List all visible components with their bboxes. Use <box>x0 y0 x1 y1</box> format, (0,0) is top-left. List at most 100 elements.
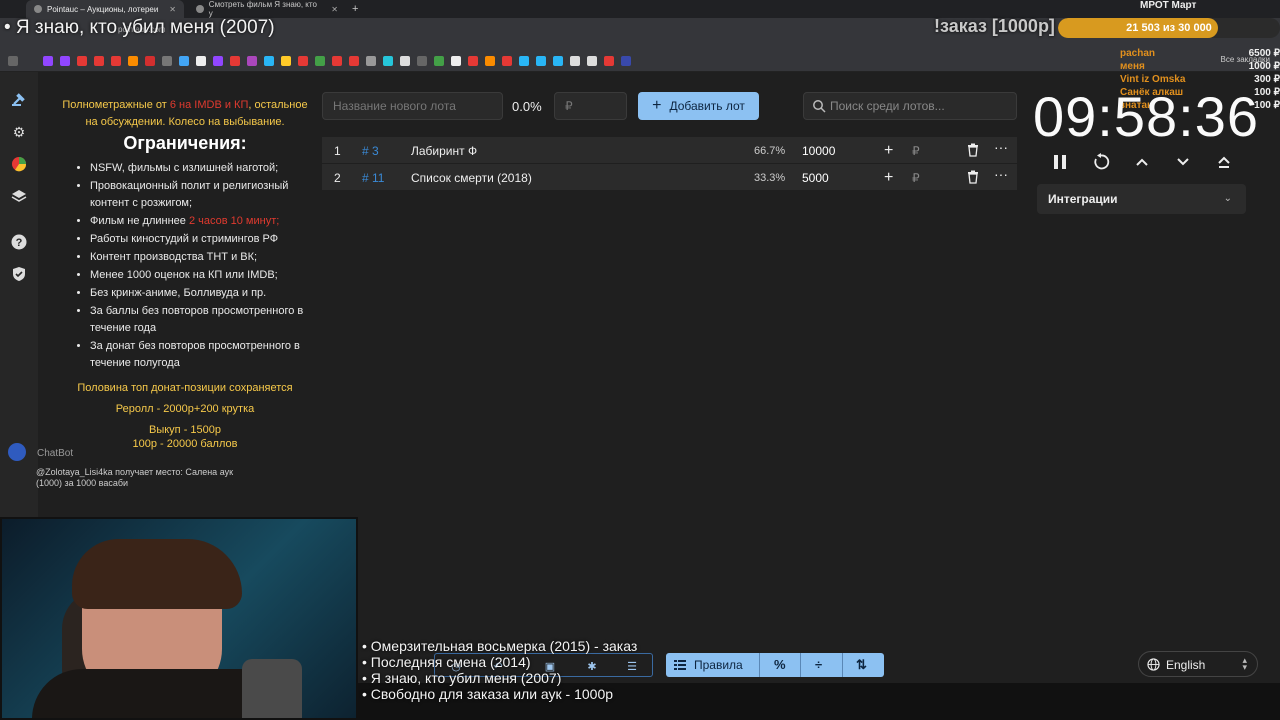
lot-search-input[interactable] <box>830 93 1010 119</box>
bookmark-icon[interactable] <box>400 55 410 66</box>
lot-amount[interactable]: 5000 <box>802 171 829 185</box>
order-item: • Я знаю, кто убил меня (2007) <box>362 670 562 686</box>
restriction-item: За донат без повторов просмотренного в т… <box>90 338 310 372</box>
chevron-down-icon: ⌄ <box>1223 193 1232 204</box>
bookmark-icon[interactable] <box>502 55 512 66</box>
donor-name: меня <box>1120 61 1145 72</box>
lot-id-link[interactable]: # 11 <box>362 171 384 185</box>
bookmark-icon[interactable] <box>196 55 206 66</box>
bookmarks-bar: Все закладки <box>0 50 1280 72</box>
bookmark-icon[interactable] <box>349 55 359 66</box>
lot-currency[interactable]: ₽ <box>912 171 920 185</box>
globe-icon <box>1147 658 1160 671</box>
lot-currency[interactable]: ₽ <box>912 144 920 158</box>
auction-hammer-icon[interactable] <box>10 90 28 108</box>
sort-icon[interactable]: ⇅ <box>856 657 867 673</box>
rules-button[interactable]: Правила <box>674 653 743 677</box>
percent-icon[interactable]: % <box>774 657 786 672</box>
tab-movie[interactable]: Смотреть фильм Я знаю, кто у ✕ <box>188 0 346 18</box>
lot-amount[interactable]: 10000 <box>802 144 835 158</box>
bookmark-icon[interactable] <box>145 55 155 66</box>
wheel-chart-icon[interactable] <box>10 155 28 173</box>
bookmark-icon[interactable] <box>621 55 631 66</box>
bookmark-icon[interactable] <box>94 55 104 66</box>
chatbot-name: ChatBot <box>37 448 74 459</box>
bookmark-icon[interactable] <box>230 55 240 66</box>
bookmark-icon[interactable] <box>264 55 274 66</box>
tab-label: Pointauc – Аукционы, лотереи <box>47 4 159 14</box>
webcam-person <box>72 539 242 609</box>
more-options-icon[interactable]: ··· <box>994 166 1008 182</box>
integrations-label: Интеграции <box>1048 192 1118 206</box>
bookmark-icon[interactable] <box>553 55 563 66</box>
lot-name[interactable]: Лабиринт Ф <box>411 144 477 158</box>
tab-pointauc[interactable]: Pointauc – Аукционы, лотереи ✕ <box>26 0 184 18</box>
browser-tab-bar: Pointauc – Аукционы, лотереи ✕ Смотреть … <box>0 0 1280 18</box>
view-toolbar: Правила % ÷ ⇅ <box>666 653 884 677</box>
delete-icon[interactable] <box>967 170 979 184</box>
bookmark-icon[interactable] <box>247 55 257 66</box>
rules-reroll: Реролл - 2000р+200 крутка <box>115 403 255 415</box>
add-amount-icon[interactable]: + <box>884 142 893 160</box>
bookmark-icon[interactable] <box>213 55 223 66</box>
restriction-item: NSFW, фильмы с излишней наготой; <box>90 160 310 177</box>
close-tab-icon[interactable]: ✕ <box>169 5 176 14</box>
apps-icon[interactable] <box>8 55 18 66</box>
help-icon[interactable]: ? <box>10 233 28 251</box>
close-tab-icon[interactable]: ✕ <box>331 5 338 14</box>
bookmark-icon[interactable] <box>383 55 393 66</box>
bookmark-icon[interactable] <box>485 55 495 66</box>
bookmark-icon[interactable] <box>179 55 189 66</box>
bookmark-icon[interactable] <box>43 55 53 66</box>
bookmark-icon[interactable] <box>451 55 461 66</box>
bookmark-icon[interactable] <box>417 55 427 66</box>
double-up-icon[interactable] <box>1212 150 1236 174</box>
restriction-item: Провокационный полит и религиозный конте… <box>90 178 310 212</box>
reset-icon[interactable] <box>1089 150 1113 174</box>
integrations-accordion[interactable]: Интеграции ⌄ <box>1037 184 1246 214</box>
add-amount-icon[interactable]: + <box>884 169 893 187</box>
bookmark-icon[interactable] <box>587 55 597 66</box>
auction-rules-panel: Полнометражные от 6 на IMDB и КП, осталь… <box>60 97 310 453</box>
lot-name[interactable]: Список смерти (2018) <box>411 171 532 185</box>
restriction-item: Менее 1000 оценок на КП или IMDB; <box>90 267 310 284</box>
bookmark-icon[interactable] <box>519 55 529 66</box>
bookmark-icon[interactable] <box>332 55 342 66</box>
bookmark-icon[interactable] <box>536 55 546 66</box>
add-lot-button[interactable]: + Добавить лот <box>638 92 759 120</box>
bookmark-icon[interactable] <box>128 55 138 66</box>
lot-id-link[interactable]: # 3 <box>362 144 379 158</box>
bookmark-icon[interactable] <box>315 55 325 66</box>
order-command-label: !заказ [1000р] <box>934 16 1055 36</box>
bookmark-icon[interactable] <box>77 55 87 66</box>
restriction-item: Работы киностудий и стримингов РФ <box>90 231 310 248</box>
new-lot-amount-input[interactable] <box>554 92 627 120</box>
bookmark-icon[interactable] <box>298 55 308 66</box>
more-options-icon[interactable]: ··· <box>994 139 1008 155</box>
pause-icon[interactable] <box>1048 150 1072 174</box>
bookmark-icon[interactable] <box>434 55 444 66</box>
bookmark-icon[interactable] <box>60 55 70 66</box>
new-lot-name-input[interactable] <box>322 92 503 120</box>
chevron-down-icon[interactable] <box>1171 150 1195 174</box>
split-icon[interactable]: ÷ <box>815 657 822 672</box>
delete-icon[interactable] <box>967 143 979 157</box>
timer-controls <box>1048 150 1238 174</box>
bookmark-icon[interactable] <box>281 55 291 66</box>
lot-index: 2 <box>334 171 341 185</box>
chatbot-avatar <box>8 443 26 461</box>
settings-gear-icon[interactable]: ⚙ <box>10 123 28 141</box>
shield-icon[interactable] <box>10 265 28 283</box>
layers-icon[interactable] <box>10 187 28 205</box>
new-tab-button[interactable]: + <box>344 0 360 18</box>
bookmark-icon[interactable] <box>366 55 376 66</box>
restriction-item: Контент производства ТНТ и ВК; <box>90 249 310 266</box>
webcam-microphone <box>242 659 302 718</box>
bookmark-icon[interactable] <box>111 55 121 66</box>
bookmark-icon[interactable] <box>468 55 478 66</box>
chevron-up-icon[interactable] <box>1130 150 1154 174</box>
bookmark-icon[interactable] <box>604 55 614 66</box>
bookmark-icon[interactable] <box>570 55 580 66</box>
language-select[interactable]: English ▴ ▾ <box>1138 651 1258 677</box>
bookmark-icon[interactable] <box>162 55 172 66</box>
